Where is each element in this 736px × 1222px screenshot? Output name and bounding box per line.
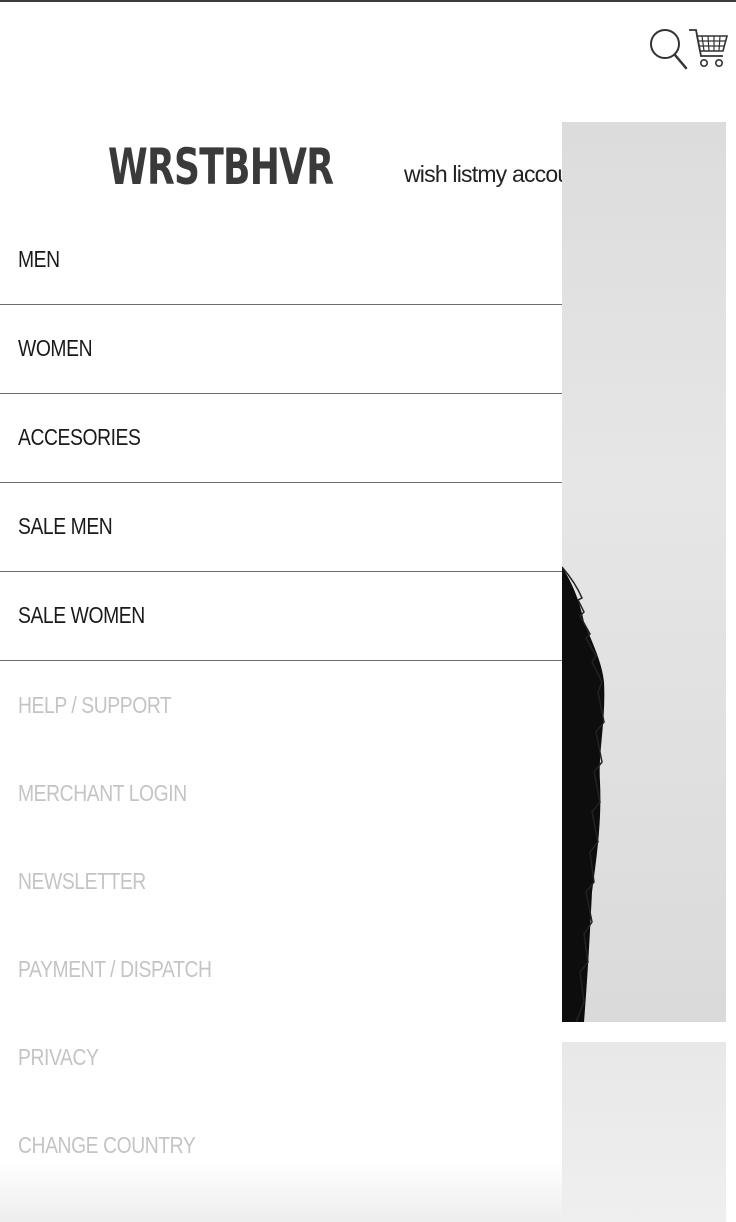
- product-image[interactable]: [562, 122, 726, 1022]
- secondary-item-label: MERCHANT LOGIN: [18, 780, 187, 806]
- cart-icon[interactable]: [688, 26, 729, 75]
- secondary-item-label: HELP / SUPPORT: [18, 692, 172, 718]
- search-icon[interactable]: [648, 26, 688, 75]
- page: WRSTBHVR wish listmy account MEN WOMEN A…: [0, 0, 736, 1222]
- wish-list-link[interactable]: wish list: [404, 161, 478, 187]
- menu-item-accesories[interactable]: ACCESORIES: [0, 394, 562, 483]
- secondary-item-privacy[interactable]: PRIVACY: [0, 1028, 562, 1116]
- header-icons: [648, 26, 729, 75]
- product-image[interactable]: [562, 1042, 726, 1222]
- menu-item-label: SALE MEN: [18, 513, 113, 539]
- secondary-item-label: CHANGE COUNTRY: [18, 1132, 196, 1158]
- secondary-menu: HELP / SUPPORT MERCHANT LOGIN NEWSLETTER…: [0, 676, 562, 1204]
- secondary-item-label: PAYMENT / DISPATCH: [18, 956, 212, 982]
- brand-logo[interactable]: WRSTBHVR: [108, 142, 334, 192]
- main-menu: MEN WOMEN ACCESORIES SALE MEN SALE WOMEN: [0, 216, 562, 661]
- menu-item-men[interactable]: MEN: [0, 216, 562, 305]
- secondary-item-payment-dispatch[interactable]: PAYMENT / DISPATCH: [0, 940, 562, 1028]
- secondary-item-label: PRIVACY: [18, 1044, 99, 1070]
- menu-item-sale-women[interactable]: SALE WOMEN: [0, 572, 562, 661]
- secondary-item-help-support[interactable]: HELP / SUPPORT: [0, 676, 562, 764]
- secondary-item-label: NEWSLETTER: [18, 868, 146, 894]
- menu-item-women[interactable]: WOMEN: [0, 305, 562, 394]
- secondary-item-merchant-login[interactable]: MERCHANT LOGIN: [0, 764, 562, 852]
- my-account-link[interactable]: my account: [477, 161, 562, 187]
- top-border: [0, 0, 736, 2]
- secondary-item-newsletter[interactable]: NEWSLETTER: [0, 852, 562, 940]
- menu-item-label: MEN: [18, 246, 60, 272]
- secondary-item-change-country[interactable]: CHANGE COUNTRY: [0, 1116, 562, 1204]
- menu-item-sale-men[interactable]: SALE MEN: [0, 483, 562, 572]
- account-links: wish listmy account: [404, 161, 562, 188]
- menu-item-label: WOMEN: [18, 335, 93, 361]
- menu-item-label: ACCESORIES: [18, 424, 141, 450]
- menu-item-label: SALE WOMEN: [18, 602, 145, 628]
